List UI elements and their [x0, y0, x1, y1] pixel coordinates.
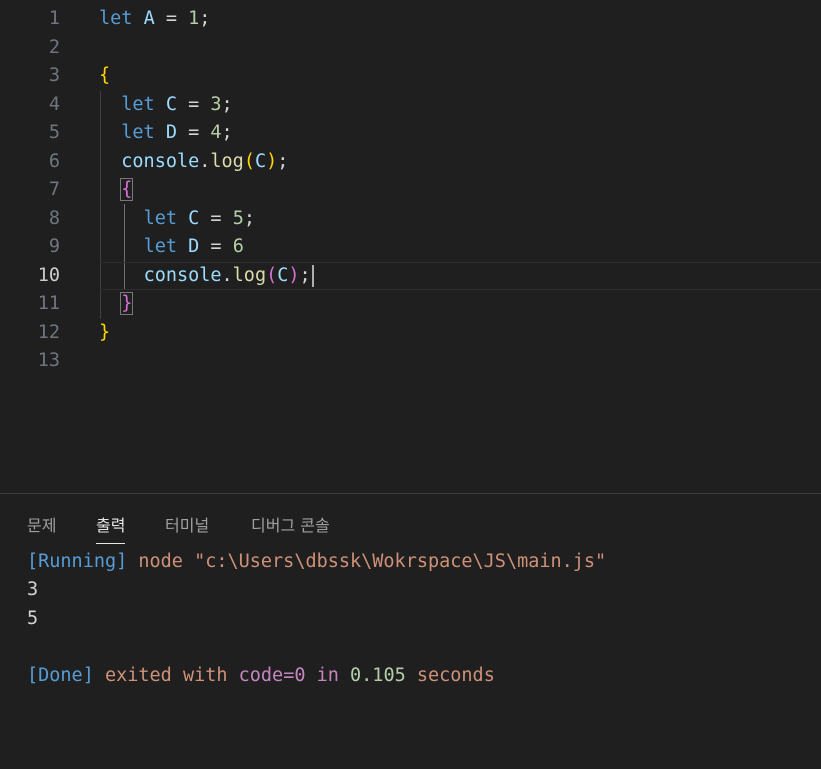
- tab-terminal[interactable]: 터미널: [165, 512, 209, 536]
- done-tag: [Done]: [27, 665, 94, 686]
- line-number: 2: [48, 36, 60, 58]
- panel-tabs: 문제 출력 터미널 디버그 콘솔: [0, 494, 821, 544]
- semicolon: ;: [221, 93, 233, 115]
- number: 6: [232, 236, 244, 257]
- open-paren: (: [266, 264, 278, 286]
- close-brace-matched: }: [120, 292, 134, 315]
- done-duration: 0.105: [350, 665, 406, 686]
- number: 5: [232, 207, 244, 229]
- variable: C: [188, 207, 200, 229]
- line-number: 5: [48, 122, 60, 143]
- open-brace-matched: {: [120, 178, 134, 201]
- output-running-line: [Running] node "c:\Users\dbssk\Wokrspace…: [27, 548, 606, 576]
- done-with: with: [182, 665, 228, 686]
- operator: =: [176, 122, 211, 143]
- line-number: 1: [48, 8, 60, 29]
- line-number: 4: [48, 93, 60, 115]
- number: 1: [188, 8, 200, 29]
- variable: C: [165, 93, 177, 115]
- number: 4: [210, 122, 222, 143]
- line-number: 7: [48, 179, 60, 200]
- argument: C: [277, 264, 289, 286]
- tab-debug-console[interactable]: 디버그 콘솔: [251, 512, 330, 536]
- tab-problems[interactable]: 문제: [27, 512, 56, 536]
- code-line-10[interactable]: 10 console.log(C);: [0, 261, 821, 291]
- code-line-9[interactable]: 9 let D = 6: [0, 233, 821, 262]
- tab-output[interactable]: 출력: [96, 512, 126, 544]
- variable: D: [165, 122, 177, 143]
- line-number: 11: [37, 293, 60, 314]
- operator: =: [199, 207, 233, 229]
- code-line-3[interactable]: 3 {: [0, 62, 821, 91]
- semicolon: ;: [243, 207, 255, 229]
- keyword: let: [121, 93, 155, 115]
- output-done-line: [Done] exited with code=0 in 0.105 secon…: [27, 662, 495, 690]
- line-number: 13: [37, 350, 60, 371]
- code-line-4[interactable]: 4 let C = 3;: [0, 91, 821, 120]
- running-command: node "c:\Users\dbssk\Wokrspace\JS\main.j…: [127, 551, 607, 572]
- console-object: console: [143, 264, 222, 286]
- done-code-value: 0: [294, 665, 306, 686]
- code-editor[interactable]: 1 let A = 1; 2 3 { 4 let C = 3; 5 let D …: [0, 0, 821, 492]
- open-brace: {: [99, 65, 111, 86]
- code-line-11[interactable]: 11 }: [0, 290, 821, 319]
- variable: A: [143, 8, 155, 29]
- function-name: log: [210, 150, 244, 172]
- code-line-2[interactable]: 2: [0, 34, 821, 63]
- operator: =: [154, 8, 189, 29]
- close-paren: ): [266, 150, 278, 172]
- dot: .: [199, 150, 211, 172]
- semicolon: ;: [277, 150, 289, 172]
- bottom-panel: 문제 출력 터미널 디버그 콘솔 [Running] node "c:\User…: [0, 493, 821, 769]
- close-brace: }: [99, 321, 111, 343]
- code-line-12[interactable]: 12 }: [0, 319, 821, 348]
- variable: D: [188, 236, 200, 257]
- keyword: let: [99, 8, 133, 29]
- code-line-7[interactable]: 7 {: [0, 176, 821, 205]
- open-paren: (: [243, 150, 255, 172]
- close-paren: ): [288, 264, 300, 286]
- line-number: 12: [37, 321, 60, 343]
- semicolon: ;: [299, 264, 311, 286]
- running-tag: [Running]: [27, 551, 128, 572]
- output-line: 3: [27, 579, 39, 600]
- keyword: let: [143, 236, 177, 257]
- function-name: log: [232, 264, 267, 286]
- output-line: 5: [27, 608, 39, 629]
- operator: =: [199, 236, 233, 257]
- done-in: in: [305, 665, 351, 686]
- semicolon: ;: [199, 8, 211, 29]
- text-cursor: [311, 264, 314, 287]
- keyword: let: [121, 122, 155, 143]
- dot: .: [221, 264, 233, 286]
- line-number: 3: [48, 65, 60, 86]
- done-code: code=: [227, 665, 295, 686]
- done-text: exited: [93, 665, 183, 686]
- line-number: 6: [48, 150, 60, 172]
- line-number: 9: [48, 236, 60, 257]
- argument: C: [254, 150, 267, 172]
- code-line-6[interactable]: 6 console.log(C);: [0, 148, 821, 177]
- line-number: 8: [48, 207, 60, 229]
- code-line-1[interactable]: 1 let A = 1;: [0, 5, 821, 34]
- console-object: console: [121, 150, 200, 172]
- operator: =: [176, 93, 211, 115]
- code-line-8[interactable]: 8 let C = 5;: [0, 205, 821, 234]
- keyword: let: [143, 207, 177, 229]
- semicolon: ;: [221, 122, 233, 143]
- line-number-active: 10: [37, 264, 60, 286]
- done-seconds: seconds: [405, 665, 495, 686]
- code-line-13[interactable]: 13: [0, 347, 821, 376]
- number: 3: [210, 93, 222, 115]
- code-line-5[interactable]: 5 let D = 4;: [0, 119, 821, 148]
